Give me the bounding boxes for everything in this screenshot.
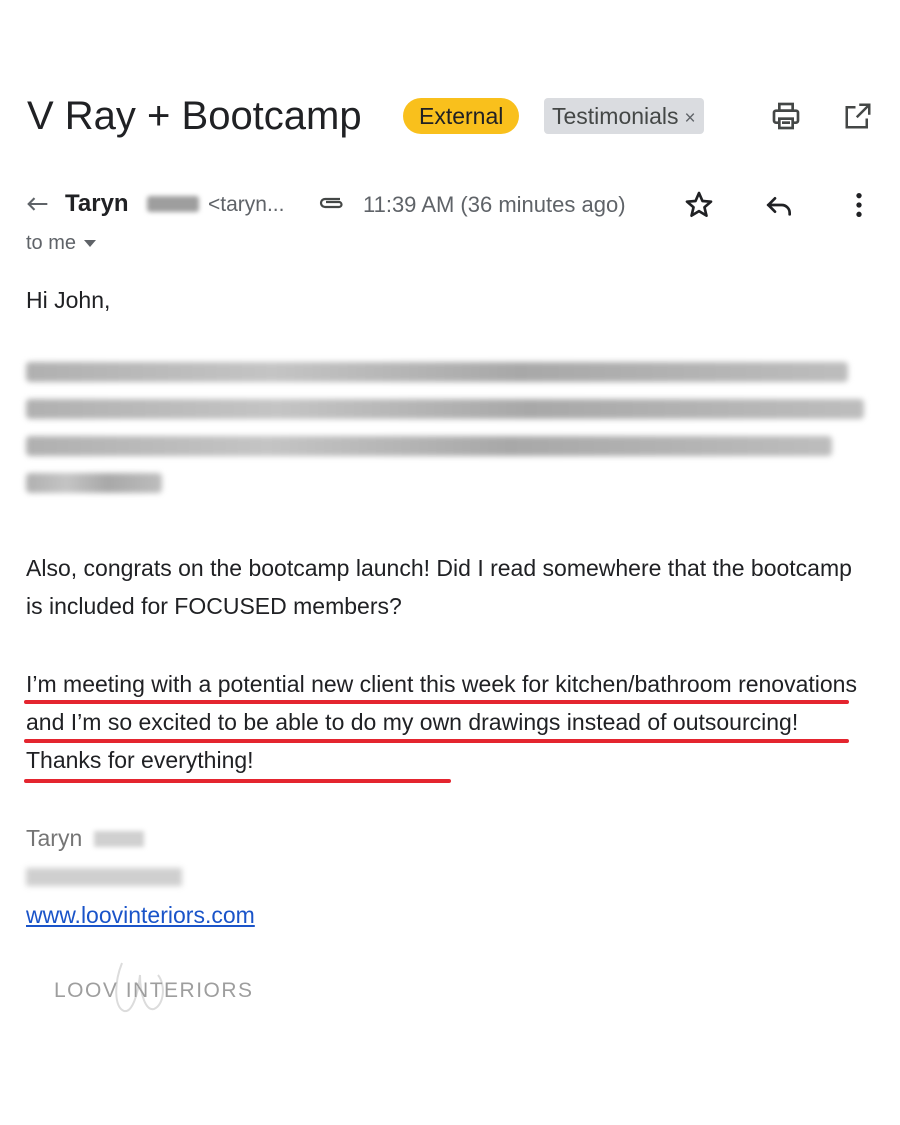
highlight-underline bbox=[24, 779, 451, 783]
logo-text: LOOV INTERIORS bbox=[54, 979, 254, 1002]
email-timestamp: 11:39 AM (36 minutes ago) bbox=[363, 192, 626, 217]
reply-icon[interactable] bbox=[762, 188, 796, 222]
recipients-toggle[interactable]: to me bbox=[26, 230, 97, 256]
recipients-text: to me bbox=[26, 232, 77, 254]
redacted-line bbox=[26, 473, 162, 493]
signature-website-link[interactable]: www.loovinteriors.com bbox=[26, 900, 255, 930]
reply-arrow-icon bbox=[24, 190, 52, 218]
redacted-line bbox=[26, 436, 832, 456]
label-chip-text: Testimonials bbox=[552, 103, 679, 129]
star-icon[interactable] bbox=[682, 188, 716, 222]
highlight-underline bbox=[24, 739, 849, 743]
chevron-down-icon bbox=[84, 239, 97, 247]
subject-row: V Ray + Bootcamp External Testimonials × bbox=[27, 92, 887, 142]
redacted-line bbox=[26, 399, 864, 419]
redacted-paragraph bbox=[26, 362, 864, 510]
loov-interiors-logo: LOOV INTERIORS bbox=[54, 955, 274, 1025]
email-subject: V Ray + Bootcamp bbox=[27, 94, 362, 138]
email-greeting: Hi John, bbox=[26, 287, 111, 313]
signature-name: Taryn bbox=[26, 825, 83, 851]
sender-name[interactable]: Taryn bbox=[65, 189, 129, 219]
redacted-line bbox=[26, 362, 848, 382]
label-chip-testimonials[interactable]: Testimonials × bbox=[544, 98, 704, 134]
email-paragraph-congrats: Also, congrats on the bootcamp launch! D… bbox=[26, 555, 852, 619]
sender-email[interactable]: <taryn... bbox=[208, 191, 284, 219]
redacted-surname bbox=[147, 196, 199, 212]
highlight-underline bbox=[24, 700, 849, 704]
redacted-phone-number bbox=[26, 868, 182, 886]
attachment-icon bbox=[316, 190, 346, 218]
external-badge: External bbox=[403, 98, 520, 134]
print-icon[interactable] bbox=[768, 98, 804, 134]
remove-label-button[interactable]: × bbox=[685, 108, 696, 129]
redacted-signature-surname bbox=[94, 831, 144, 847]
sender-row: Taryn <taryn... 11:39 AM (36 minutes ago… bbox=[24, 186, 884, 222]
open-in-new-window-icon[interactable] bbox=[840, 98, 876, 134]
more-vert-icon[interactable] bbox=[842, 188, 876, 222]
email-paragraph-highlighted: I’m meeting with a potential new client … bbox=[26, 671, 857, 773]
